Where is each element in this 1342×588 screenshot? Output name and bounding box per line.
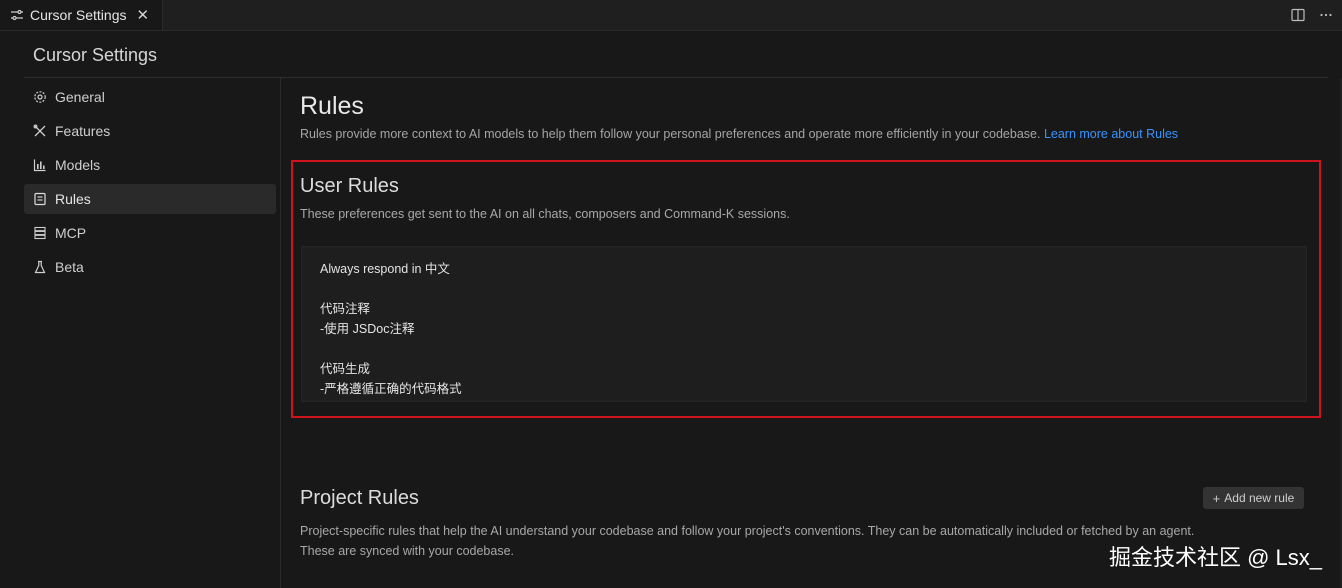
- sidebar-item-general[interactable]: General: [24, 82, 276, 112]
- close-icon[interactable]: ✕: [136, 6, 149, 24]
- editor-actions: [1278, 0, 1334, 30]
- chart-icon: [33, 158, 47, 172]
- sidebar-item-label: Rules: [55, 191, 91, 207]
- settings-title: Cursor Settings: [33, 45, 158, 65]
- more-actions-icon[interactable]: [1318, 7, 1334, 23]
- settings-sliders-icon: [10, 8, 24, 22]
- page-description-text: Rules provide more context to AI models …: [300, 127, 1041, 141]
- project-rules-title: Project Rules: [300, 487, 419, 509]
- plus-icon: +: [1212, 490, 1221, 506]
- flask-icon: [33, 260, 47, 274]
- sidebar-item-label: Features: [55, 123, 111, 139]
- user-rules-title: User Rules: [300, 175, 399, 197]
- sidebar-item-features[interactable]: Features: [24, 116, 276, 146]
- sidebar-item-label: MCP: [55, 225, 87, 241]
- sidebar-item-label: Beta: [55, 259, 84, 275]
- server-icon: [33, 226, 47, 240]
- add-new-rule-label: Add new rule: [1224, 491, 1295, 505]
- tools-icon: [33, 124, 47, 138]
- user-rules-editor[interactable]: Always respond in 中文 代码注释 -使用 JSDoc注释 代码…: [301, 246, 1307, 402]
- project-rules-description: Project-specific rules that help the AI …: [300, 524, 1195, 538]
- gear-icon: [33, 90, 47, 104]
- settings-sidebar: General Features Models Rules MCP Beta: [24, 82, 276, 286]
- rule-line-blank: [320, 279, 1288, 299]
- document-icon: [33, 192, 47, 206]
- watermark: 掘金技术社区 @ Lsx_: [1108, 545, 1322, 570]
- sidebar-item-models[interactable]: Models: [24, 150, 276, 180]
- split-editor-icon[interactable]: [1290, 7, 1306, 23]
- sidebar-divider: [280, 78, 281, 588]
- rule-line: -使用 JSDoc注释: [320, 322, 415, 336]
- sidebar-item-label: Models: [55, 157, 101, 173]
- rule-line: Always respond in 中文: [320, 262, 450, 276]
- rule-line: -严格遵循正确的代码格式: [320, 382, 462, 396]
- rule-line: 代码注释: [320, 302, 371, 316]
- project-rules-sync-note: These are synced with your codebase.: [300, 544, 515, 558]
- sidebar-item-beta[interactable]: Beta: [24, 252, 276, 282]
- rule-line-blank: [320, 339, 1288, 359]
- page-title: Rules: [300, 92, 364, 120]
- rule-line: 代码生成: [320, 362, 371, 376]
- sidebar-item-rules[interactable]: Rules: [24, 184, 276, 214]
- tab-cursor-settings[interactable]: Cursor Settings ✕: [0, 0, 163, 30]
- sidebar-item-label: General: [55, 89, 105, 105]
- tab-label: Cursor Settings: [30, 7, 127, 23]
- tab-bar: Cursor Settings ✕: [0, 0, 1342, 31]
- user-rules-description: These preferences get sent to the AI on …: [300, 207, 790, 221]
- add-new-rule-button[interactable]: + Add new rule: [1203, 487, 1304, 509]
- learn-more-link[interactable]: Learn more about Rules: [1044, 127, 1178, 141]
- header-divider: [24, 77, 1328, 78]
- sidebar-item-mcp[interactable]: MCP: [24, 218, 276, 248]
- page-description: Rules provide more context to AI models …: [300, 127, 1178, 141]
